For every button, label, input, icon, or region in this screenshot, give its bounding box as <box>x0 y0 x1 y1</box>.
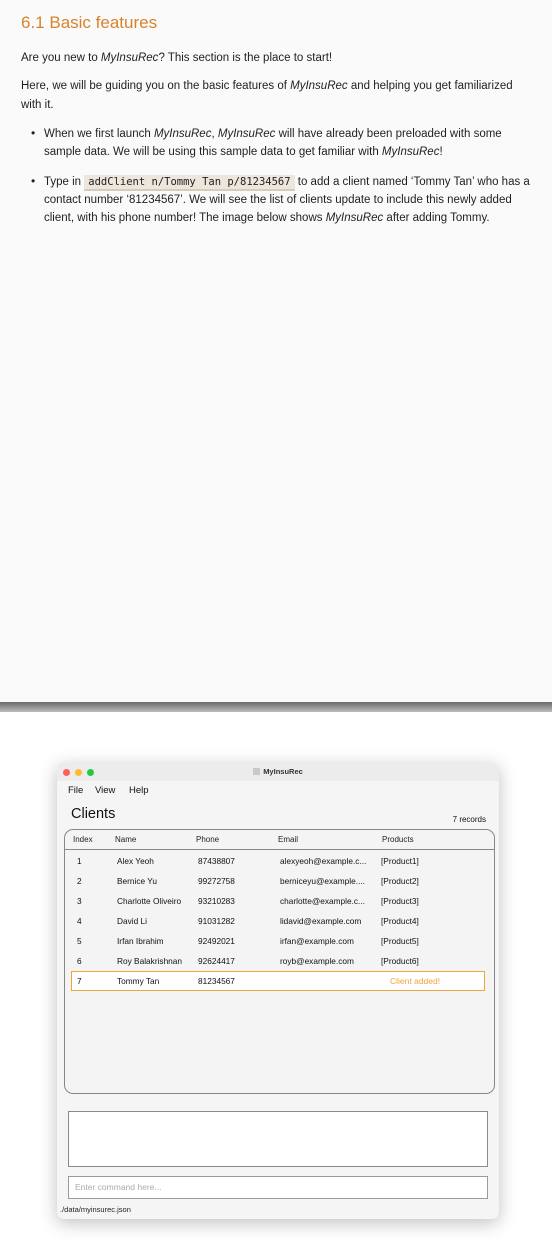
cell-name: Irfan Ibrahim <box>117 936 164 946</box>
list-item-launch: When we first launch MyInsuRec, MyInsuRe… <box>44 125 534 161</box>
app-name: MyInsuRec <box>100 52 159 64</box>
clients-panel-title: Clients <box>71 806 116 822</box>
column-header-phone[interactable]: Phone <box>196 835 219 844</box>
page-divider <box>0 702 552 712</box>
window-title: MyInsuRec <box>57 767 499 776</box>
cell-name: Roy Balakrishnan <box>117 956 183 966</box>
menu-help[interactable]: Help <box>129 785 149 796</box>
menu-bar: File View Help <box>57 781 499 801</box>
column-header-products[interactable]: Products <box>382 835 414 844</box>
bullet-icon: • <box>31 174 36 188</box>
app-name: MyInsuRec <box>290 80 348 92</box>
table-row[interactable]: 2 Bernice Yu 99272758 berniceyu@example....… <box>65 871 494 891</box>
cell-name: Tommy Tan <box>117 976 160 986</box>
text: ! <box>439 146 443 158</box>
cell-phone: 92492021 <box>198 936 235 946</box>
cell-index: 5 <box>77 936 82 946</box>
menu-view[interactable]: View <box>95 785 115 796</box>
app-icon <box>253 768 261 775</box>
cell-email: lidavid@example.com <box>280 916 362 926</box>
app-name: MyInsuRec <box>217 128 276 140</box>
cell-index: 7 <box>77 976 82 986</box>
cell-name: Bernice Yu <box>117 876 157 886</box>
guide-paragraph: Here, we will be guiding you on the basi… <box>21 77 531 115</box>
bullet-icon: • <box>31 126 36 140</box>
command-box[interactable] <box>68 1176 488 1199</box>
cell-name: Alex Yeoh <box>117 856 154 866</box>
cell-phone: 93210283 <box>198 896 235 906</box>
column-header-email[interactable]: Email <box>278 835 298 844</box>
cell-index: 2 <box>77 876 82 886</box>
cell-email: irfan@example.com <box>280 936 354 946</box>
file-path-status: ./data/myinsurec.json <box>60 1205 131 1214</box>
command-input[interactable] <box>69 1177 481 1197</box>
result-display <box>68 1111 488 1167</box>
cell-products: [Product5] <box>381 936 419 946</box>
text: after adding Tommy. <box>383 212 490 224</box>
window-title-text: MyInsuRec <box>263 767 303 776</box>
clients-table: Index Name Phone Email Products 1 Alex Ye… <box>64 829 495 1094</box>
app-window: MyInsuRec File View Help Clients 7 recor… <box>57 763 499 1219</box>
cell-email: berniceyu@example.... <box>280 876 365 886</box>
documentation-section: 6.1 Basic features Are you new to MyInsu… <box>0 0 552 678</box>
cell-phone: 92624417 <box>198 956 235 966</box>
cell-name: Charlotte Oliveiro <box>117 896 182 906</box>
cell-phone: 91031282 <box>198 916 235 926</box>
text: Here, we will be guiding you on the basi… <box>21 80 291 92</box>
cell-products: [Product4] <box>381 916 419 926</box>
table-row[interactable]: 1 Alex Yeoh 87438807 alexyeoh@example.c... [… <box>65 851 494 871</box>
app-name: MyInsuRec <box>325 212 384 224</box>
cell-email: charlotte@example.c... <box>280 896 365 906</box>
text: Type in <box>44 176 85 188</box>
table-row[interactable]: 4 David Li 91031282 lidavid@example.com [Pro… <box>65 911 494 931</box>
title-bar: MyInsuRec <box>57 763 499 781</box>
column-header-name[interactable]: Name <box>115 835 136 844</box>
status-message: Client added! <box>390 976 441 986</box>
app-name: MyInsuRec <box>153 128 212 140</box>
cell-index: 3 <box>77 896 82 906</box>
cell-index: 4 <box>77 916 82 926</box>
cell-index: 1 <box>77 856 82 866</box>
section-heading: 6.1 Basic features <box>21 13 158 32</box>
column-header-index[interactable]: Index <box>73 835 93 844</box>
app-name: MyInsuRec <box>381 146 440 158</box>
text: When we first launch <box>44 128 154 140</box>
cell-products: [Product6] <box>381 956 419 966</box>
text: Are you new to <box>21 52 101 64</box>
cell-phone: 81234567 <box>198 976 235 986</box>
cell-phone: 99272758 <box>198 876 235 886</box>
cell-email: alexyeoh@example.c... <box>280 856 367 866</box>
cell-products: [Product3] <box>381 896 419 906</box>
intro-paragraph: Are you new to MyInsuRec? This section i… <box>21 49 531 68</box>
table-row[interactable]: 5 Irfan Ibrahim 92492021 irfan@example.com [… <box>65 931 494 951</box>
cell-phone: 87438807 <box>198 856 235 866</box>
header-divider <box>65 849 494 850</box>
cell-index: 6 <box>77 956 82 966</box>
cell-products: [Product2] <box>381 876 419 886</box>
command-code: addClient n/Tommy Tan p/81234567 <box>84 175 295 191</box>
cell-email: royb@example.com <box>280 956 354 966</box>
cell-name: David Li <box>117 916 147 926</box>
record-count: 7 records <box>452 815 486 824</box>
list-item-addclient: Type in addClient n/Tommy Tan p/81234567… <box>44 173 534 227</box>
cell-products: [Product1] <box>381 856 419 866</box>
menu-file[interactable]: File <box>68 785 83 796</box>
table-row[interactable]: 6 Roy Balakrishnan 92624417 royb@example.co… <box>65 951 494 971</box>
table-row[interactable]: 3 Charlotte Oliveiro 93210283 charlotte@exa… <box>65 891 494 911</box>
text: ? This section is the place to start! <box>158 52 333 64</box>
